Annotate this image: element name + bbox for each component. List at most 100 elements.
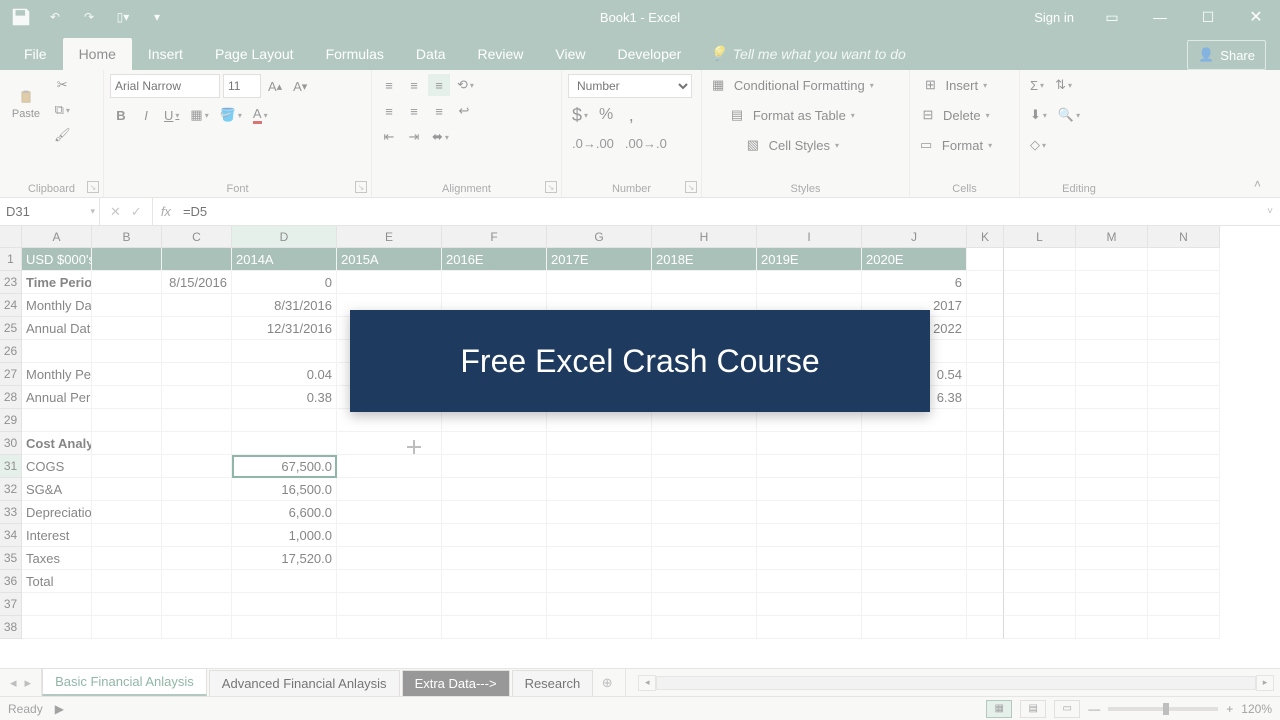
cell[interactable] <box>1148 501 1220 524</box>
cell[interactable] <box>337 593 442 616</box>
cell[interactable] <box>1004 363 1076 386</box>
tab-page-layout[interactable]: Page Layout <box>199 38 310 70</box>
cell[interactable] <box>1076 524 1148 547</box>
cell[interactable] <box>1076 317 1148 340</box>
cell[interactable] <box>1076 593 1148 616</box>
cell[interactable] <box>967 478 1004 501</box>
tab-home[interactable]: Home <box>63 38 132 70</box>
comma-format-button[interactable]: , <box>620 104 642 126</box>
cell[interactable] <box>92 363 162 386</box>
cell[interactable]: Annual Data <box>22 317 92 340</box>
maximize-button[interactable]: ☐ <box>1188 0 1228 34</box>
cancel-formula-icon[interactable]: ✕ <box>110 204 121 220</box>
cell[interactable]: Annual Period <box>22 386 92 409</box>
zoom-in-button[interactable]: + <box>1226 702 1233 716</box>
cell[interactable]: 1,000.0 <box>232 524 337 547</box>
percent-format-button[interactable]: % <box>595 104 617 126</box>
row-header[interactable]: 23 <box>0 271 22 294</box>
row-headers[interactable]: 123242526272829303132333435363738 <box>0 248 22 639</box>
row-header[interactable]: 24 <box>0 294 22 317</box>
cell[interactable] <box>1076 455 1148 478</box>
cell[interactable] <box>967 409 1004 432</box>
cell[interactable] <box>162 363 232 386</box>
cell[interactable] <box>547 570 652 593</box>
cell[interactable] <box>967 501 1004 524</box>
delete-cells-button[interactable]: ⊟ Delete▾ <box>916 104 996 126</box>
sheet-tab-basic[interactable]: Basic Financial Anlaysis <box>42 668 207 696</box>
redo-icon[interactable]: ↷ <box>78 6 100 28</box>
sign-in-link[interactable]: Sign in <box>1024 10 1084 25</box>
enter-formula-icon[interactable]: ✓ <box>131 204 142 220</box>
tab-insert[interactable]: Insert <box>132 38 199 70</box>
sheet-nav-prev-icon[interactable]: ◂ <box>10 675 17 691</box>
cell[interactable] <box>967 386 1004 409</box>
cell[interactable] <box>967 593 1004 616</box>
cell[interactable] <box>1148 455 1220 478</box>
name-box[interactable]: D31▾ <box>0 198 100 225</box>
cell[interactable] <box>1004 524 1076 547</box>
cell[interactable] <box>1004 432 1076 455</box>
cell[interactable] <box>1148 409 1220 432</box>
cell[interactable] <box>862 455 967 478</box>
cell[interactable] <box>757 593 862 616</box>
cell[interactable] <box>652 455 757 478</box>
decrease-font-button[interactable]: A▾ <box>289 75 311 97</box>
view-normal-button[interactable]: ▦ <box>986 700 1012 718</box>
cell[interactable] <box>547 593 652 616</box>
row-header[interactable]: 30 <box>0 432 22 455</box>
decrease-decimal-button[interactable]: .00→.0 <box>621 132 671 154</box>
column-header[interactable]: M <box>1076 226 1148 248</box>
cell[interactable]: 2015A <box>337 248 442 271</box>
cell[interactable] <box>1076 478 1148 501</box>
cell[interactable] <box>442 432 547 455</box>
cell[interactable] <box>547 409 652 432</box>
cell[interactable] <box>862 478 967 501</box>
cell[interactable] <box>1004 616 1076 639</box>
row-header[interactable]: 29 <box>0 409 22 432</box>
cell[interactable] <box>92 524 162 547</box>
accounting-format-button[interactable]: $▾ <box>568 104 592 126</box>
cell[interactable] <box>757 524 862 547</box>
cell[interactable] <box>442 501 547 524</box>
cell[interactable]: 2020E <box>862 248 967 271</box>
sheet-tab-extra[interactable]: Extra Data---> <box>402 670 510 696</box>
cell[interactable] <box>1004 409 1076 432</box>
cell[interactable] <box>162 478 232 501</box>
zoom-out-button[interactable]: — <box>1088 702 1100 716</box>
cell[interactable] <box>862 409 967 432</box>
cell[interactable] <box>442 593 547 616</box>
cell[interactable] <box>162 547 232 570</box>
cell[interactable] <box>1076 547 1148 570</box>
font-color-button[interactable]: A▾ <box>249 104 272 126</box>
cell[interactable] <box>862 570 967 593</box>
row-header[interactable]: 36 <box>0 570 22 593</box>
tell-me-search[interactable]: 💡 Tell me what you want to do <box>697 37 917 70</box>
qat-custom-icon[interactable]: ▾ <box>146 6 168 28</box>
cell[interactable]: 2016E <box>442 248 547 271</box>
format-cells-button[interactable]: ▭ Format▾ <box>916 134 996 156</box>
cell[interactable] <box>1004 570 1076 593</box>
underline-button[interactable]: U▾ <box>160 104 183 126</box>
cell[interactable] <box>92 317 162 340</box>
cell[interactable] <box>1148 616 1220 639</box>
cell[interactable] <box>1004 593 1076 616</box>
cell[interactable] <box>337 271 442 294</box>
cell[interactable] <box>862 501 967 524</box>
cell[interactable] <box>162 524 232 547</box>
sheet-tab-advanced[interactable]: Advanced Financial Anlaysis <box>209 670 400 696</box>
cell[interactable] <box>92 501 162 524</box>
row-header[interactable]: 28 <box>0 386 22 409</box>
column-header[interactable]: L <box>1004 226 1076 248</box>
cell[interactable] <box>1148 317 1220 340</box>
cell[interactable] <box>442 271 547 294</box>
cell[interactable] <box>162 455 232 478</box>
cell[interactable] <box>22 616 92 639</box>
wrap-text-button[interactable]: ↩ <box>453 100 475 122</box>
cell[interactable] <box>162 248 232 271</box>
cell[interactable] <box>232 409 337 432</box>
cell[interactable]: 2014A <box>232 248 337 271</box>
horizontal-scrollbar[interactable]: ◂ ▸ <box>632 669 1280 696</box>
cell[interactable] <box>757 616 862 639</box>
cell[interactable] <box>862 616 967 639</box>
share-button[interactable]: 👤 Share <box>1187 40 1266 70</box>
